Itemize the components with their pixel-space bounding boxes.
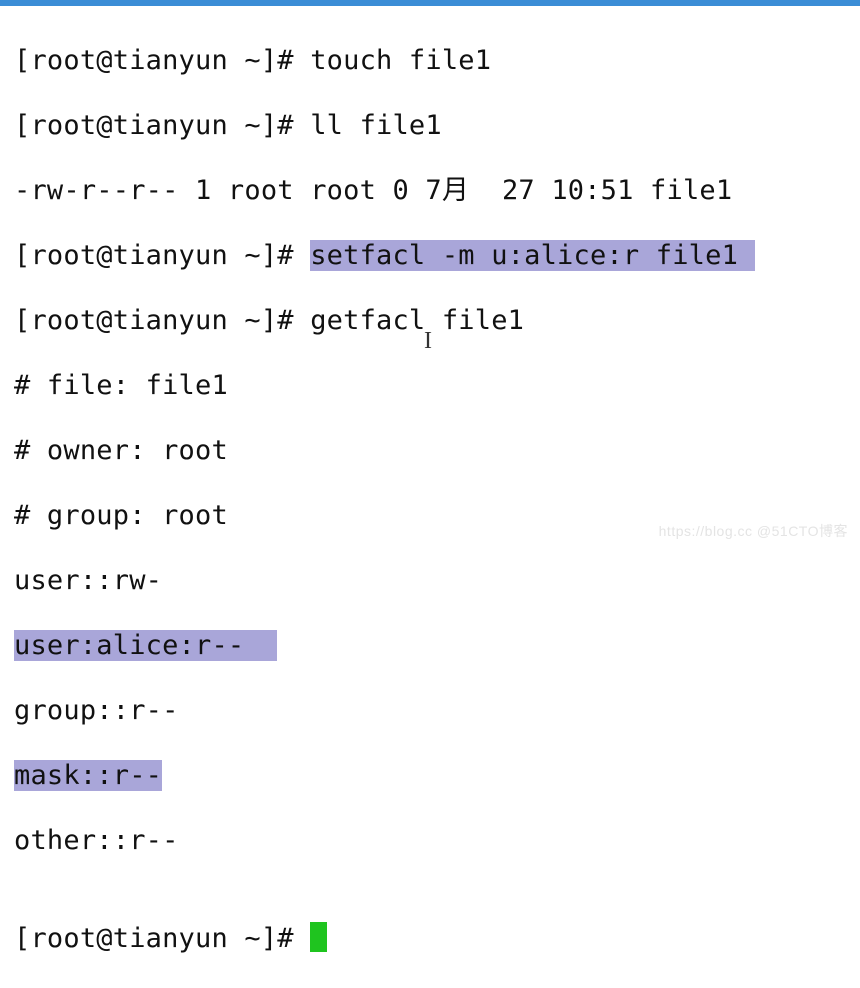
highlighted-output: user:alice:r-- — [14, 630, 277, 661]
command-text: touch file1 — [310, 45, 491, 76]
output-text: group::r-- — [14, 695, 179, 726]
prompt: [root@tianyun ~]# — [14, 45, 310, 76]
command-text: getfacl file1 — [310, 305, 524, 336]
output-text: user::rw- — [14, 565, 162, 596]
terminal-line: user::rw- — [14, 565, 850, 598]
output-text: # file: file1 — [14, 370, 228, 401]
highlighted-output: mask::r-- — [14, 760, 162, 791]
prompt: [root@tianyun ~]# — [14, 305, 310, 336]
terminal-line: [root@tianyun ~]# — [14, 922, 850, 956]
terminal-line: [root@tianyun ~]# getfacl file1 — [14, 305, 850, 338]
prompt: [root@tianyun ~]# — [14, 240, 310, 271]
terminal-cursor — [310, 922, 327, 952]
output-text: # owner: root — [14, 435, 228, 466]
output-text: # group: root — [14, 500, 228, 531]
terminal-line: [root@tianyun ~]# setfacl -m u:alice:r f… — [14, 240, 850, 273]
output-text: other::r-- — [14, 825, 179, 856]
watermark-text: https://blog.cc @51CTO博客 — [659, 515, 848, 548]
terminal-line: # owner: root — [14, 435, 850, 468]
prompt: [root@tianyun ~]# — [14, 110, 310, 141]
terminal-output[interactable]: [root@tianyun ~]# touch file1 [root@tian… — [0, 6, 860, 988]
terminal-line: other::r-- — [14, 825, 850, 858]
terminal-line: [root@tianyun ~]# touch file1 — [14, 45, 850, 78]
terminal-line: mask::r-- — [14, 760, 850, 793]
terminal-line: [root@tianyun ~]# ll file1 — [14, 110, 850, 143]
terminal-line: group::r-- — [14, 695, 850, 728]
output-text: -rw-r--r-- 1 root root 0 7月 27 10:51 fil… — [14, 175, 732, 206]
terminal-line: -rw-r--r-- 1 root root 0 7月 27 10:51 fil… — [14, 175, 850, 208]
terminal-line: # file: file1 — [14, 370, 850, 403]
highlighted-command: setfacl -m u:alice:r file1 — [310, 240, 754, 271]
command-text: ll file1 — [310, 110, 442, 141]
terminal-line: user:alice:r-- — [14, 630, 850, 663]
prompt: [root@tianyun ~]# — [14, 923, 310, 954]
